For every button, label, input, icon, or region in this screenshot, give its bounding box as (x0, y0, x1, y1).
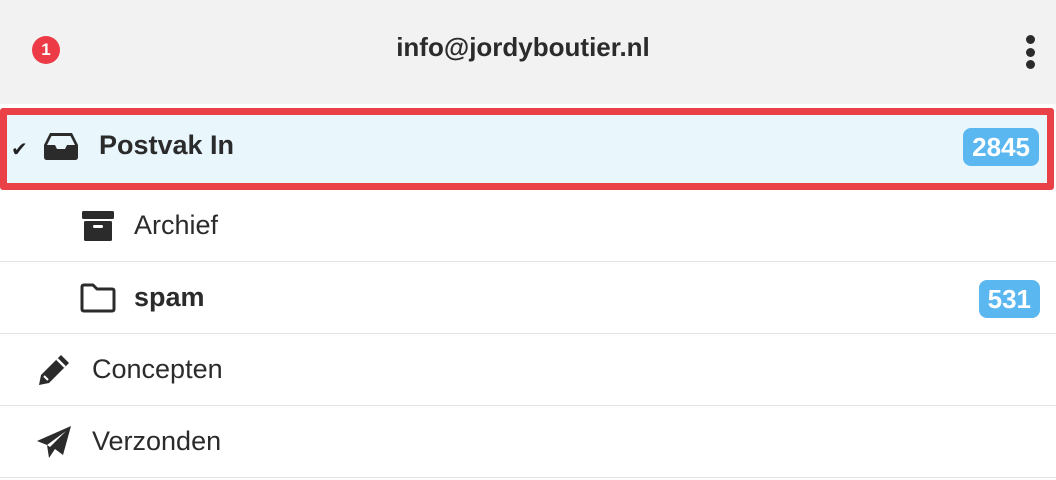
archive-box-icon (80, 210, 116, 242)
folder-label: spam (134, 282, 205, 312)
paper-plane-icon (36, 426, 72, 458)
folder-label: Postvak In (99, 130, 235, 160)
folder-label: Concepten (92, 354, 223, 384)
pencil-icon (36, 354, 72, 386)
folder-item-concepten[interactable]: Concepten (0, 334, 1056, 406)
account-email-title: info@jordyboutier.nl (396, 32, 650, 62)
folder-item-spam[interactable]: spam 531 (0, 262, 1056, 334)
folder-item-verzonden[interactable]: Verzonden (0, 406, 1056, 478)
folder-item-archief[interactable]: Archief (0, 190, 1056, 262)
vertical-ellipsis-icon[interactable] (1016, 32, 1044, 72)
unread-count-badge: 531 (978, 280, 1040, 318)
expanded-check-icon[interactable]: ✔ (11, 137, 28, 162)
folder-list: ✔ Postvak In 2845 Archief spam 531 Conce… (0, 108, 1056, 478)
folder-outline-icon (80, 282, 116, 314)
header-bar: 1 info@jordyboutier.nl (0, 0, 1056, 104)
inbox-tray-icon (43, 130, 79, 162)
folder-label: Verzonden (92, 426, 222, 456)
folder-item-postvak-in[interactable]: ✔ Postvak In 2845 (0, 108, 1054, 190)
unread-count-badge: 2845 (963, 128, 1039, 166)
folder-label: Archief (134, 210, 219, 240)
